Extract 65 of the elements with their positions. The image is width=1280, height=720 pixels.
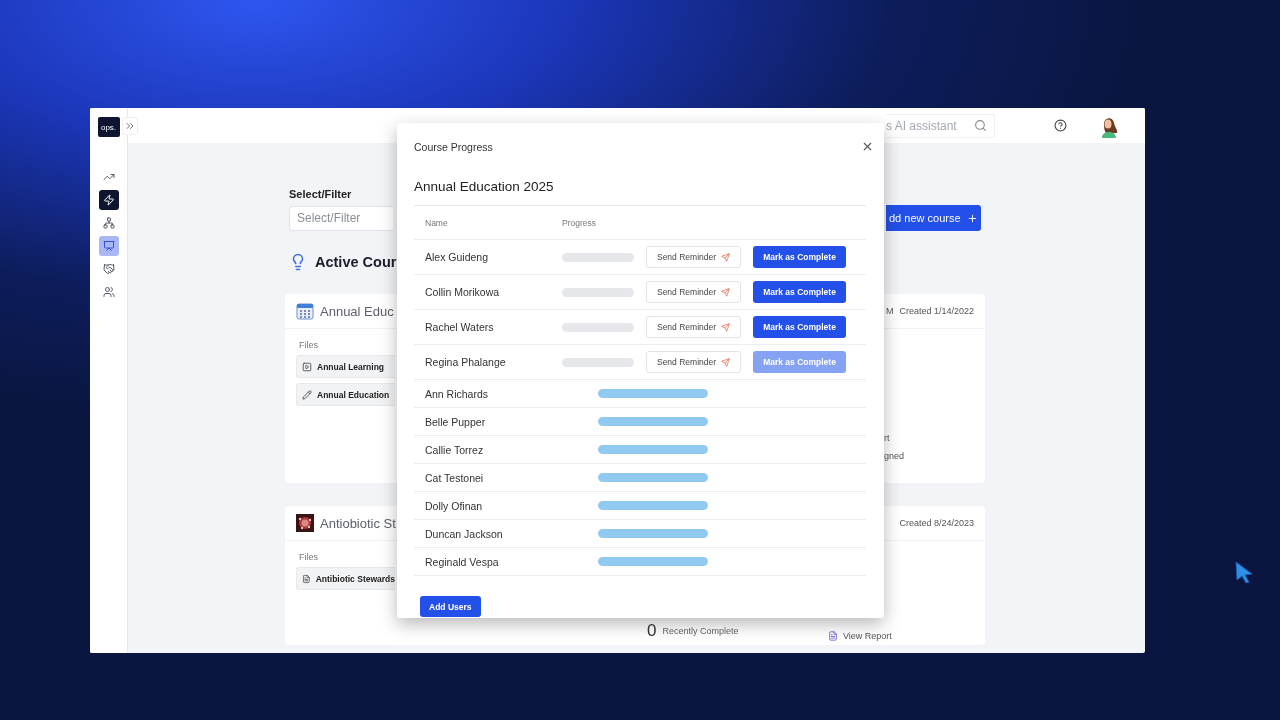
user-name: Duncan Jackson (424, 527, 504, 540)
user-name: Callie Torrez (424, 443, 485, 456)
search-icon (974, 118, 987, 132)
course-meta: M (885, 306, 894, 316)
view-report-link[interactable]: View Report (828, 631, 985, 641)
user-name: Collin Morikowa (424, 286, 501, 298)
user-name: Rachel Waters (424, 321, 495, 333)
handshake-icon (102, 263, 115, 275)
send-reminder-button[interactable]: Send Reminder (646, 316, 741, 338)
mark-complete-button[interactable]: Mark as Complete (753, 316, 846, 338)
document-icon (828, 631, 838, 641)
document-icon (302, 573, 311, 584)
user-name: Regina Phalange (424, 356, 507, 368)
close-button[interactable] (861, 140, 874, 153)
add-users-button[interactable]: Add Users (420, 596, 481, 617)
action-text: gned (884, 451, 906, 461)
hierarchy-icon (102, 217, 115, 229)
calendar-icon (296, 302, 314, 320)
sidebar-item[interactable] (98, 236, 119, 256)
send-icon (721, 287, 731, 297)
presentation-icon (102, 240, 115, 252)
user-name: Ann Richards (424, 387, 490, 400)
plus-icon (966, 212, 978, 224)
files-label: Files (299, 552, 319, 562)
course-title: Antiobiotic St (320, 515, 396, 531)
file-item[interactable]: Antibiotic Stewards (296, 567, 395, 590)
help-button[interactable] (1054, 119, 1067, 132)
send-icon (721, 357, 731, 367)
filter-label: Select/Filter (289, 188, 353, 200)
files-label: Files (299, 340, 319, 350)
course-title: Annual Educ (320, 303, 394, 319)
add-course-button[interactable]: dd new course (886, 205, 981, 231)
play-icon (302, 361, 312, 372)
file-item[interactable]: Annual Learning (296, 355, 395, 378)
send-icon (721, 252, 731, 262)
column-header: Progress (562, 217, 597, 228)
user-name: Cat Testonei (424, 471, 485, 484)
user-name: Reginald Vespa (424, 555, 500, 568)
send-icon (721, 322, 731, 332)
action-text: rt (884, 433, 891, 443)
dialog-title: Course Progress (414, 140, 493, 153)
cursor-icon (1234, 561, 1254, 583)
mark-complete-button[interactable]: Mark as Complete (753, 281, 846, 303)
section-title: Active Cour (315, 254, 397, 270)
lightning-icon (102, 194, 115, 206)
created-date: Created 1/14/2022 (899, 306, 974, 316)
logo[interactable]: ops. (97, 117, 120, 137)
users-icon (102, 286, 115, 298)
pencil-icon (302, 389, 312, 400)
file-item[interactable]: Annual Education (296, 383, 395, 406)
filter-field[interactable]: Select/Filter (289, 205, 393, 231)
search-field[interactable]: s AI assistant (886, 113, 995, 138)
user-name: Alex Guideng (424, 251, 490, 263)
sidebar-item[interactable] (98, 190, 119, 210)
stat-count: 0 (647, 621, 657, 641)
user-name: Dolly Ofinan (424, 499, 484, 512)
mark-complete-button[interactable]: Mark as Complete (753, 246, 846, 268)
send-reminder-button[interactable]: Send Reminder (646, 281, 741, 303)
trend-chart-icon (102, 171, 115, 183)
column-header: Name (424, 217, 449, 228)
created-date: Created 8/24/2023 (899, 518, 974, 528)
send-reminder-button[interactable]: Send Reminder (646, 246, 741, 268)
stat-label: Recently Complete (662, 626, 739, 636)
user-name: Belle Pupper (424, 415, 487, 428)
course-name: Annual Education 2025 (414, 179, 866, 206)
